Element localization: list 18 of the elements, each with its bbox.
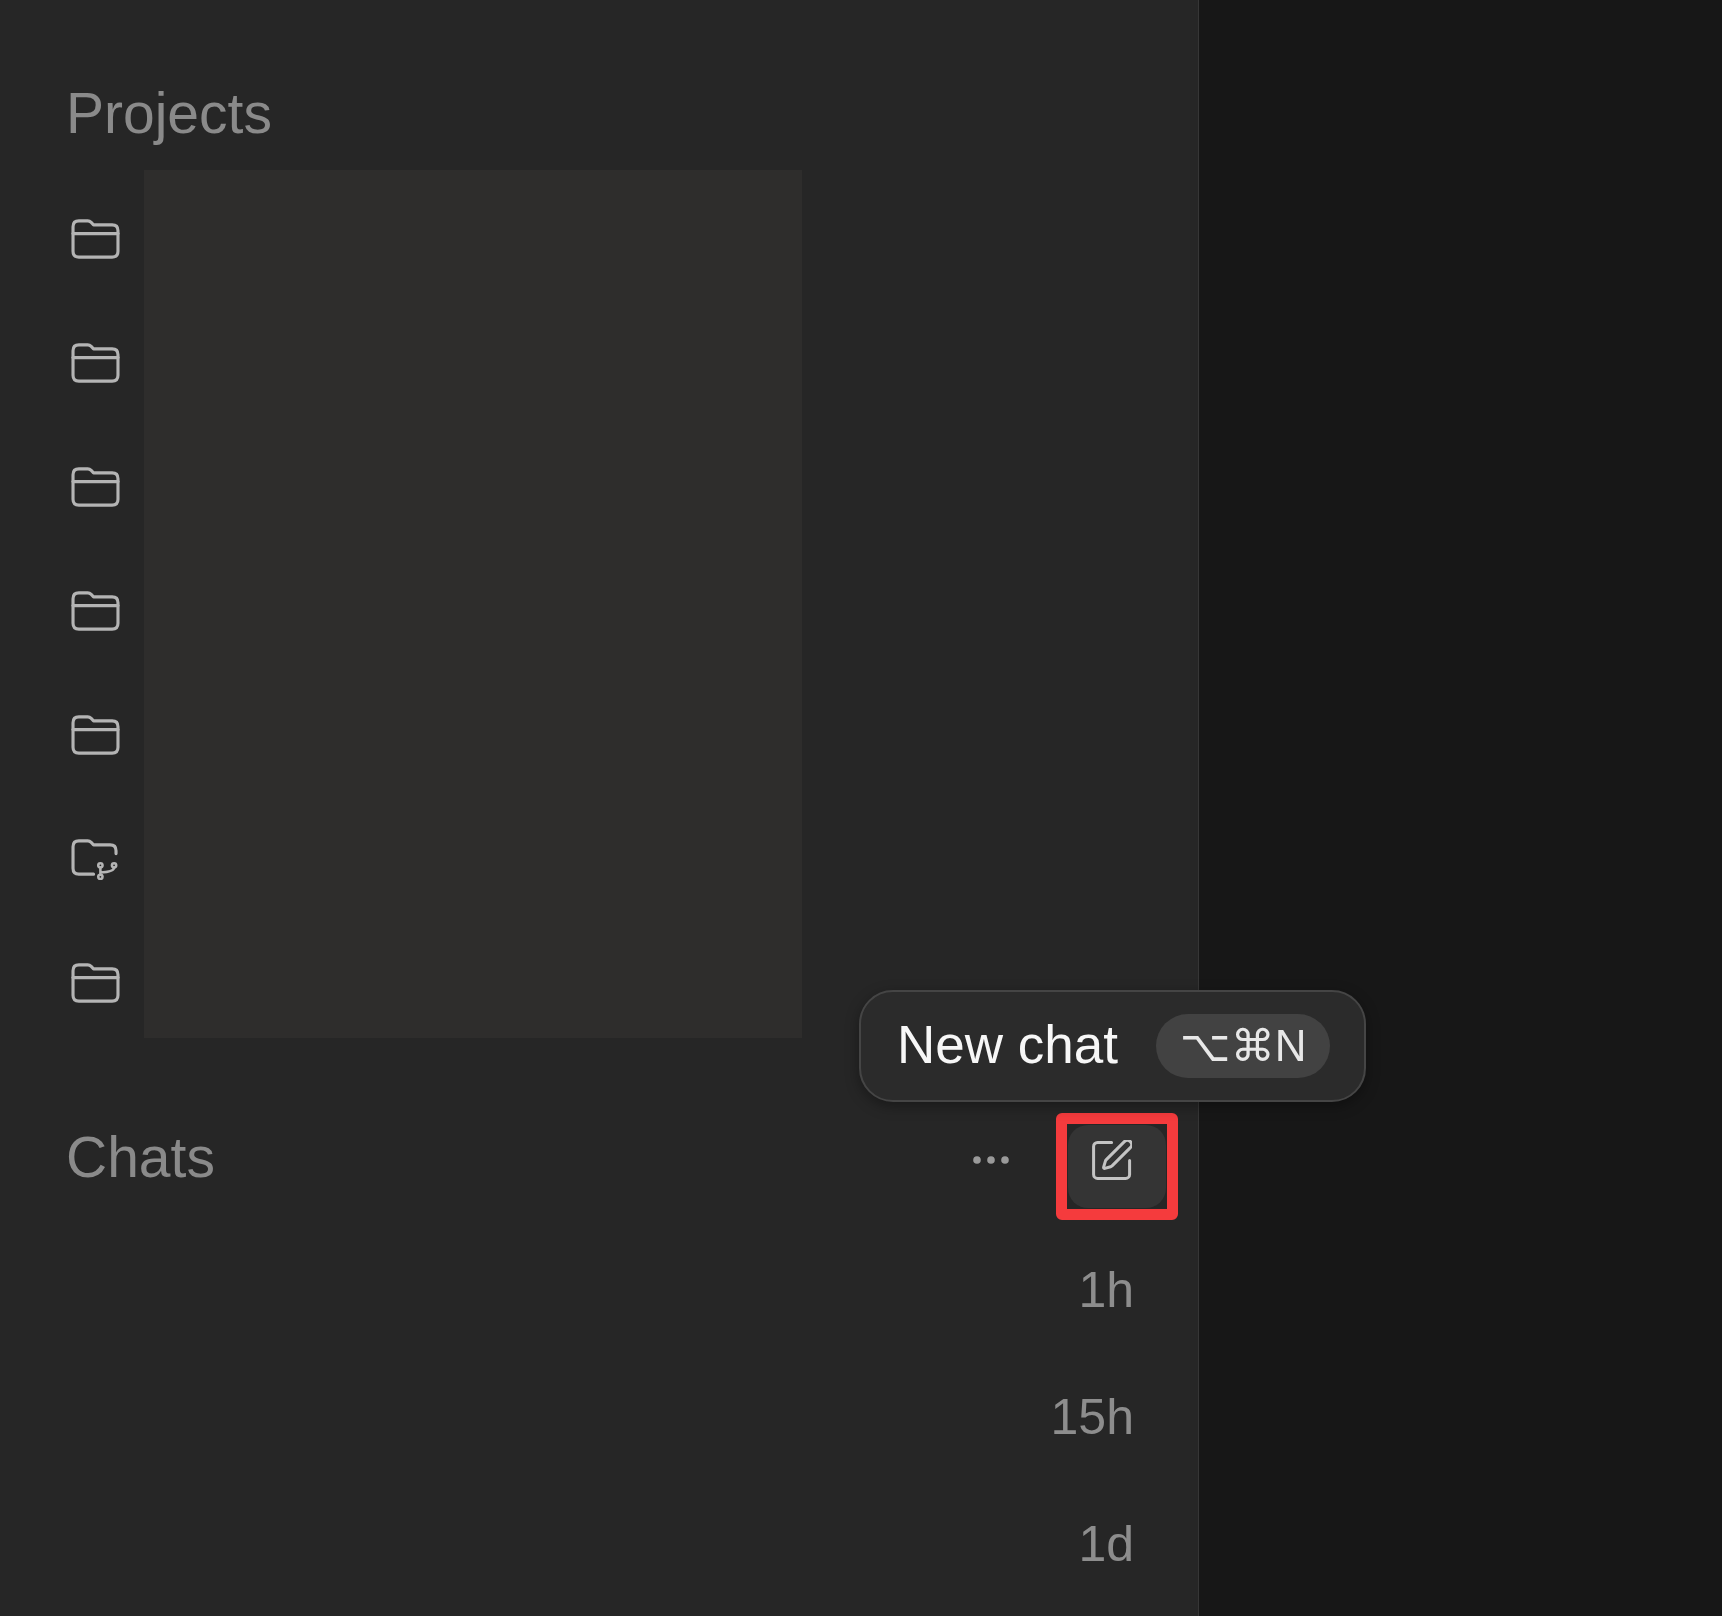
- folder-icon: [70, 713, 121, 757]
- keyboard-shortcut: ⌥⌘N: [1155, 1013, 1331, 1078]
- more-button[interactable]: [973, 1156, 1009, 1165]
- chat-time: 1h: [1078, 1262, 1134, 1320]
- folder-branch-icon: [70, 837, 121, 881]
- folder-icon: [70, 217, 121, 261]
- pencil-square-icon: [1092, 1140, 1132, 1181]
- section-title: Projects: [66, 81, 272, 147]
- chat-time: 1d: [1078, 1516, 1134, 1574]
- section-title: Chats: [66, 1124, 215, 1191]
- new-chat-button[interactable]: [1068, 1124, 1166, 1208]
- more-icon: [973, 1156, 1009, 1165]
- tooltip-label: New chat: [897, 1015, 1118, 1076]
- folder-icon: [70, 341, 121, 385]
- folder-icon: [70, 961, 121, 1005]
- chat-time: 15h: [1050, 1389, 1134, 1447]
- folder-icon: [70, 589, 121, 633]
- folder-icon: [70, 465, 121, 509]
